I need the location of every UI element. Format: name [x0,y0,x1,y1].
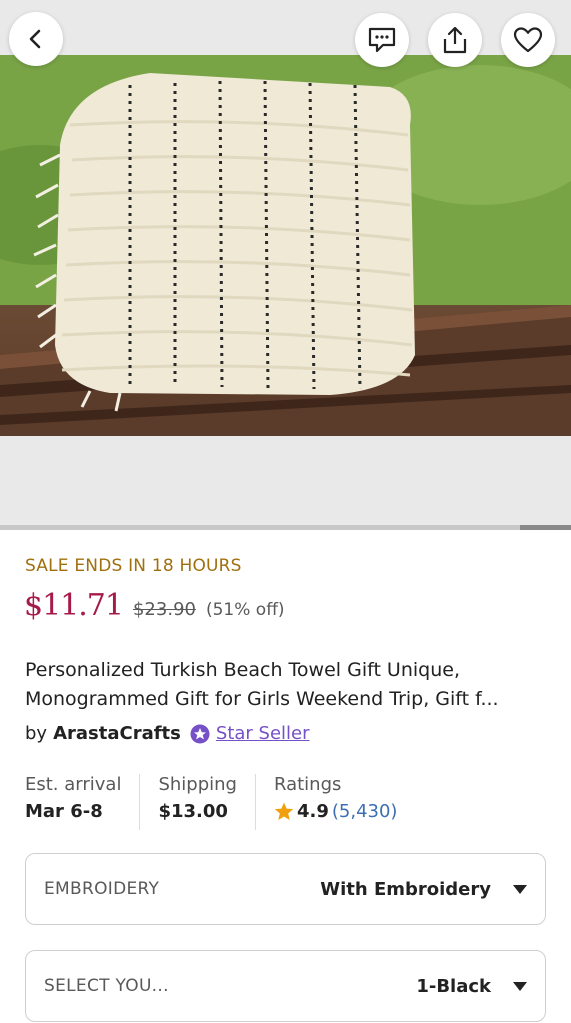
image-gallery[interactable] [0,0,571,530]
embroidery-select-value: With Embroidery [320,878,491,900]
chevron-left-icon [29,29,41,49]
color-select[interactable]: SELECT YOU... 1-Black [25,950,546,1022]
listing-title[interactable]: Personalized Turkish Beach Towel Gift Un… [25,656,550,714]
embroidery-select-label: EMBROIDERY [44,879,160,899]
est-arrival: Est. arrival Mar 6-8 [25,774,141,830]
discount-label: (51% off) [205,600,285,620]
shop-name-link[interactable]: ArastaCrafts [53,723,181,744]
star-icon [274,802,294,820]
product-photo[interactable] [0,55,571,436]
sale-banner: SALE ENDS IN 18 HOURS [25,556,242,576]
color-select-value: 1-Black [416,975,491,997]
heart-icon [513,27,543,53]
listing-facts: Est. arrival Mar 6-8 Shipping $13.00 Rat… [25,774,433,830]
gallery-progress-thumb [520,525,571,530]
color-select-label: SELECT YOU... [44,976,169,996]
favorite-button[interactable] [501,13,555,67]
share-icon [443,26,467,54]
original-price: $23.90 [132,599,196,620]
listing-title-line-2: Monogrammed Gift for Girls Weekend Trip,… [25,688,499,710]
listing-title-line-1: Personalized Turkish Beach Towel Gift Un… [25,659,460,681]
share-button[interactable] [428,13,482,67]
gallery-progress-track [0,525,571,530]
rating-count-link[interactable]: (5,430) [332,801,398,822]
seller-row: by ArastaCrafts Star Seller [25,723,310,744]
shipping-value: $13.00 [158,801,228,822]
back-button[interactable] [9,12,63,66]
caret-down-icon [513,884,527,894]
message-seller-button[interactable] [355,13,409,67]
ratings-value[interactable]: 4.9 (5,430) [274,801,397,822]
shipping-label: Shipping [158,774,237,795]
towel-stack-illustration [0,55,571,436]
message-icon [368,27,396,53]
est-arrival-label: Est. arrival [25,774,122,795]
current-price: $11.71 [24,588,124,623]
star-seller-badge-icon [190,724,210,744]
ratings[interactable]: Ratings 4.9 (5,430) [274,774,415,830]
embroidery-select[interactable]: EMBROIDERY With Embroidery [25,853,546,925]
caret-down-icon [513,981,527,991]
price-row: $11.71 $23.90 (51% off) [24,588,285,623]
by-label: by [25,723,48,744]
shipping: Shipping $13.00 [158,774,256,830]
est-arrival-value: Mar 6-8 [25,801,103,822]
rating-score: 4.9 [296,801,329,822]
star-seller-link[interactable]: Star Seller [216,723,310,744]
ratings-label: Ratings [273,774,342,795]
